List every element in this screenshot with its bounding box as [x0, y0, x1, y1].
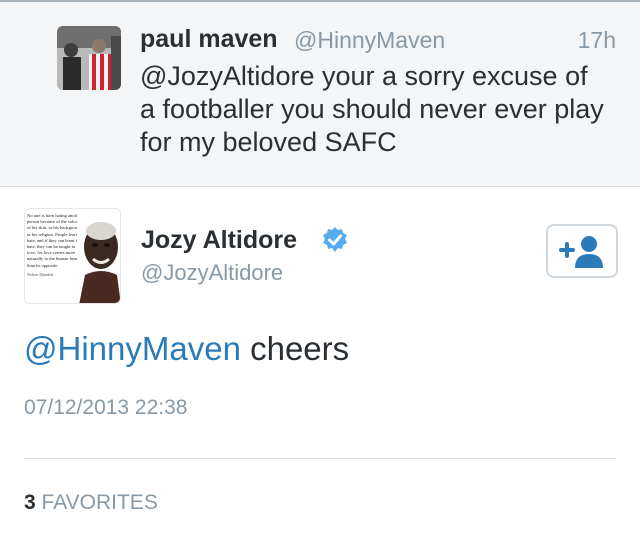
- tweet-time: 17h: [577, 27, 616, 53]
- avatar[interactable]: No one is born hating another person bec…: [24, 208, 121, 304]
- author-handle[interactable]: @JozyAltidore: [141, 260, 283, 286]
- tweet-text-body: cheers: [240, 330, 350, 367]
- avatar-quote: No one is born hating another person bec…: [27, 213, 83, 268]
- in-reply-to-tweet[interactable]: paul maven @HinnyMaven 17h @JozyAltidore…: [0, 2, 640, 187]
- follow-button[interactable]: [546, 224, 618, 278]
- avatar[interactable]: [57, 26, 121, 90]
- avatar-quote-text: No one is born hating another person bec…: [27, 213, 83, 278]
- favorites-label: FAVORITES: [35, 491, 158, 514]
- add-user-icon: [559, 236, 603, 268]
- author-name[interactable]: Jozy Altidore: [141, 226, 297, 255]
- divider: [24, 458, 616, 459]
- author-name[interactable]: paul maven: [140, 25, 278, 54]
- verified-badge-icon: [321, 226, 349, 254]
- mention-link[interactable]: @HinnyMaven: [24, 330, 241, 367]
- author-handle[interactable]: @HinnyMaven: [294, 27, 445, 54]
- avatar-quote-attribution: Nelson Mandela: [27, 271, 54, 277]
- tweet-text: @HinnyMaven cheers: [24, 330, 349, 368]
- favorites-count[interactable]: 3 FAVORITES: [24, 491, 158, 515]
- tweet-text: @JozyAltidore your a sorry excuse of a f…: [140, 61, 604, 157]
- favorites-number: 3: [24, 491, 36, 514]
- main-tweet: No one is born hating another person bec…: [0, 186, 640, 544]
- tweet-timestamp: 07/12/2013 22:38: [24, 396, 188, 419]
